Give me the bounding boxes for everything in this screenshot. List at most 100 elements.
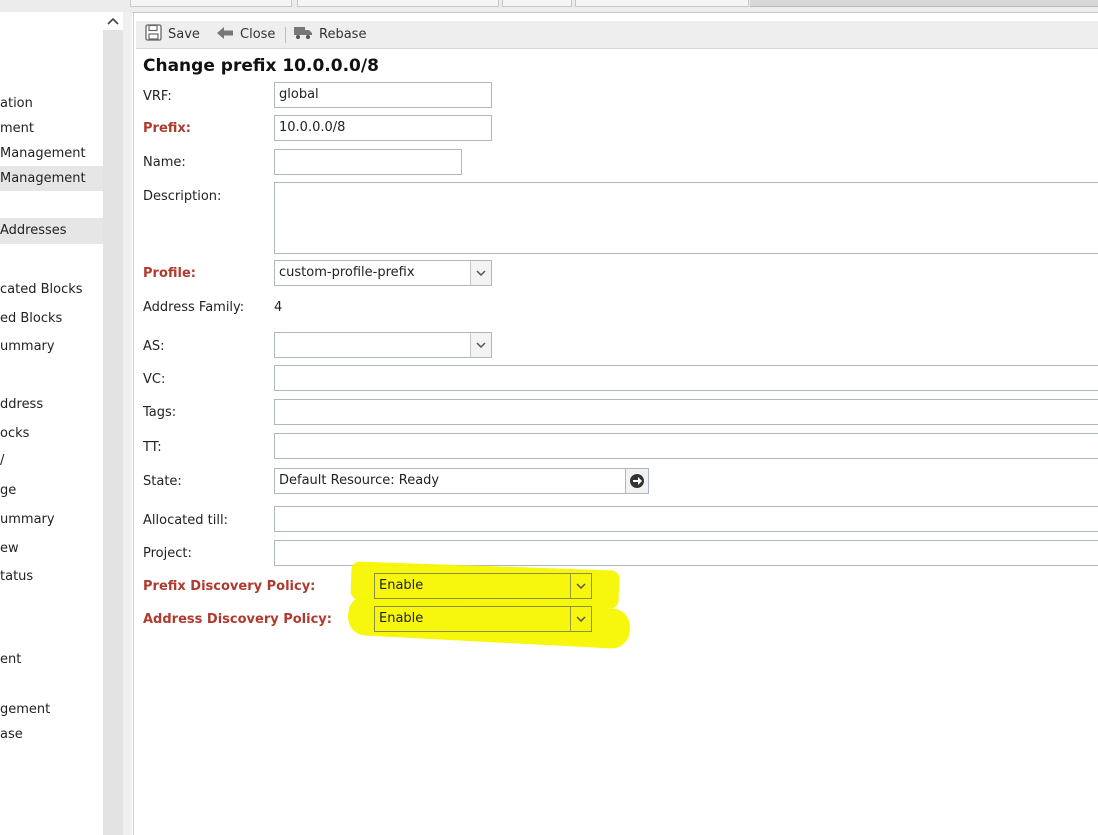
sidebar-item-label: ge	[0, 483, 17, 498]
prefix-value: 10.0.0.0/8	[279, 120, 346, 135]
sidebar-item-label: ummary	[0, 512, 55, 527]
prefix-discovery-policy-select[interactable]: Enable	[374, 573, 592, 599]
top-tab-3[interactable]	[502, 0, 572, 7]
address-discovery-policy-value: Enable	[379, 611, 424, 626]
chevron-down-icon[interactable]	[570, 574, 591, 598]
as-label: AS:	[143, 339, 165, 354]
vc-label: VC:	[143, 372, 166, 387]
sidebar-item-blocks[interactable]: ocks	[0, 421, 103, 446]
sidebar-item-allocation[interactable]: ation	[0, 91, 103, 116]
address-family-label: Address Family:	[143, 300, 245, 315]
name-field[interactable]	[274, 149, 462, 175]
rebase-button[interactable]: Rebase	[293, 21, 366, 48]
save-button[interactable]: Save	[145, 21, 200, 48]
allocated-till-label: Allocated till:	[143, 513, 228, 528]
state-value: Default Resource: Ready	[279, 473, 440, 488]
page-title: Change prefix 10.0.0.0/8	[143, 56, 379, 76]
prefix-field[interactable]: 10.0.0.0/8	[274, 115, 492, 141]
top-tab-1[interactable]	[130, 0, 292, 7]
sidebar-item-summary-1[interactable]: ummary	[0, 334, 103, 359]
close-button[interactable]: Close	[216, 21, 275, 48]
address-family-value: 4	[274, 300, 283, 315]
address-discovery-policy-select[interactable]: Enable	[374, 606, 592, 632]
name-label: Name:	[143, 155, 186, 170]
project-label: Project:	[143, 546, 192, 561]
sidebar-scrollbar[interactable]	[103, 12, 123, 835]
top-strip-filler	[750, 0, 1098, 7]
sidebar-item-label: ew	[0, 541, 19, 556]
state-field[interactable]: Default Resource: Ready	[274, 468, 626, 494]
sidebar-item-database[interactable]: ase	[0, 722, 103, 747]
truck-icon	[293, 25, 313, 44]
panel-divider	[123, 12, 132, 835]
sidebar-item-management-2[interactable]: Management	[0, 141, 103, 166]
tt-field[interactable]	[274, 433, 1098, 459]
chevron-down-icon[interactable]	[470, 333, 491, 357]
close-label: Close	[240, 27, 276, 42]
sidebar: ation ment Management Management Address…	[0, 12, 103, 835]
sidebar-item-view[interactable]: ew	[0, 536, 103, 561]
sidebar-item-range[interactable]: ge	[0, 478, 103, 503]
address-discovery-policy-label: Address Discovery Policy:	[143, 612, 332, 627]
state-change-button[interactable]	[625, 468, 649, 494]
sidebar-item-label: ddress	[0, 397, 44, 412]
sidebar-item-management-1[interactable]: ment	[0, 116, 103, 141]
description-label: Description:	[143, 189, 222, 204]
toolbar-separator	[285, 27, 286, 43]
sidebar-item-label: gement	[0, 702, 51, 717]
sidebar-item-label: ed Blocks	[0, 311, 63, 326]
sidebar-item-label: Management	[0, 146, 86, 161]
sidebar-item-label: tatus	[0, 569, 34, 584]
sidebar-item-label: Management	[0, 171, 86, 186]
sidebar-item-address[interactable]: ddress	[0, 392, 103, 417]
rebase-label: Rebase	[319, 27, 367, 42]
state-label: State:	[143, 474, 182, 489]
profile-value: custom-profile-prefix	[279, 265, 415, 280]
tags-label: Tags:	[143, 405, 177, 420]
sidebar-item-management-3[interactable]: Management	[0, 166, 103, 191]
sidebar-item-label: Addresses	[0, 223, 67, 238]
toolbar: Save Close Rebase	[136, 21, 1098, 49]
main-panel: Save Close Rebase Change prefix 10.0.0.0…	[133, 13, 1098, 835]
sidebar-item-label: ocks	[0, 426, 30, 441]
arrow-left-icon	[216, 26, 234, 44]
sidebar-item-label: ation	[0, 96, 33, 111]
arrow-right-circle-icon	[630, 474, 644, 488]
sidebar-item-allocated-blocks[interactable]: cated Blocks	[0, 277, 103, 302]
sidebar-item-label: cated Blocks	[0, 282, 83, 297]
tt-label: TT:	[143, 440, 162, 455]
vrf-value: global	[279, 87, 319, 102]
prefix-discovery-policy-label: Prefix Discovery Policy:	[143, 579, 316, 594]
chevron-down-icon[interactable]	[470, 261, 491, 285]
sidebar-item-label: /	[0, 453, 5, 468]
floppy-disk-icon	[145, 24, 162, 45]
profile-label: Profile:	[143, 266, 196, 281]
vc-field[interactable]	[274, 365, 1098, 391]
description-field[interactable]	[274, 182, 1098, 254]
chevron-down-icon[interactable]	[570, 607, 591, 631]
as-select[interactable]	[274, 332, 492, 358]
sidebar-item-label: ase	[0, 727, 23, 742]
top-tab-strip	[0, 0, 1098, 13]
allocated-till-field[interactable]	[274, 506, 1098, 532]
save-label: Save	[168, 27, 200, 42]
vrf-field[interactable]: global	[274, 82, 492, 108]
sidebar-item-status[interactable]: tatus	[0, 564, 103, 589]
sidebar-item-agent[interactable]: ent	[0, 647, 103, 672]
tags-field[interactable]	[274, 399, 1098, 425]
top-tab-2[interactable]	[297, 0, 499, 7]
prefix-label: Prefix:	[143, 121, 191, 136]
prefix-discovery-policy-value: Enable	[379, 578, 424, 593]
sidebar-item-management-4[interactable]: gement	[0, 697, 103, 722]
top-tab-4[interactable]	[575, 0, 749, 7]
sidebar-item-addresses[interactable]: Addresses	[0, 218, 103, 244]
chevron-up-icon[interactable]	[103, 12, 123, 30]
sidebar-item-label: ummary	[0, 339, 55, 354]
profile-select[interactable]: custom-profile-prefix	[274, 260, 492, 286]
sidebar-item-label: ent	[0, 652, 22, 667]
vrf-label: VRF:	[143, 89, 172, 104]
sidebar-item-fragment[interactable]: /	[0, 448, 103, 473]
sidebar-item-reserved-blocks[interactable]: ed Blocks	[0, 306, 103, 331]
sidebar-item-label: ment	[0, 121, 34, 136]
sidebar-item-summary-2[interactable]: ummary	[0, 507, 103, 532]
